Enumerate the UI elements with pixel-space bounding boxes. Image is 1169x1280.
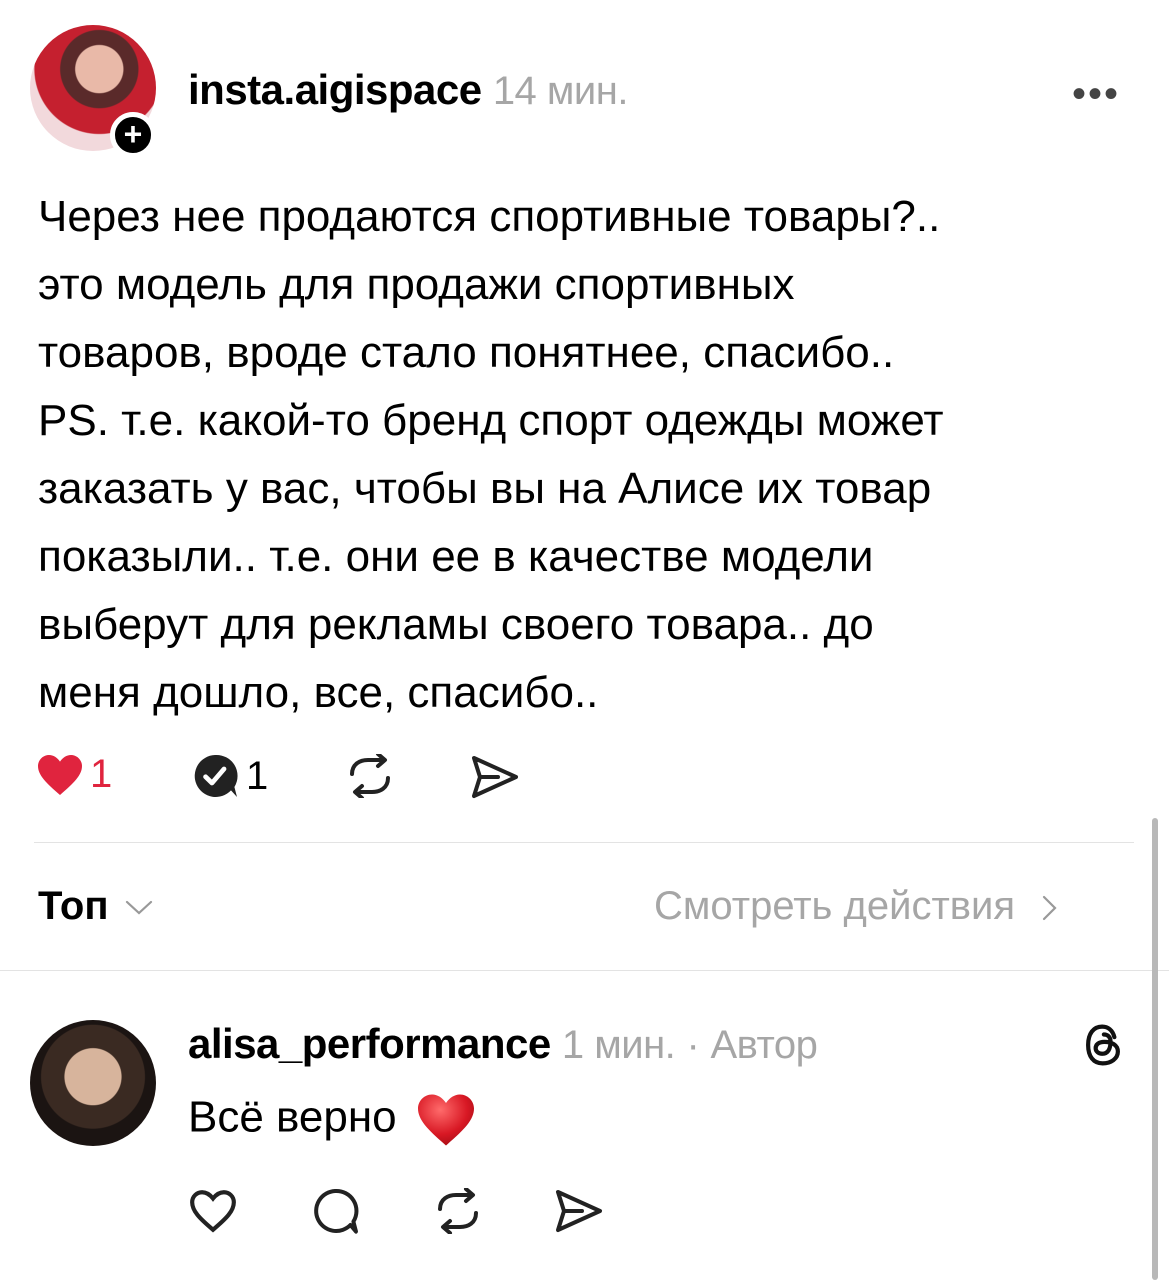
repost-action[interactable] xyxy=(344,754,396,798)
view-actions-link[interactable]: Смотреть действия xyxy=(654,884,1060,929)
post-line: заказать у вас, чтобы вы на Алисе их тов… xyxy=(38,464,932,513)
repost-icon[interactable] xyxy=(432,1188,484,1234)
post-line: Через нее продаются спортивные товары?.. xyxy=(38,192,941,241)
reply-author-avatar[interactable] xyxy=(30,1020,156,1146)
view-actions-label: Смотреть действия xyxy=(654,884,1016,928)
share-icon[interactable] xyxy=(470,754,520,800)
post-author-username[interactable]: insta.aigispace xyxy=(188,66,482,113)
post-line: товаров, вроде стало понятнее, спасибо.. xyxy=(38,328,895,377)
heart-emoji-icon xyxy=(417,1094,474,1146)
repost-icon[interactable] xyxy=(344,754,396,798)
post-line: выберут для рекламы своего товара.. до xyxy=(38,600,874,649)
like-action[interactable]: 1 xyxy=(36,752,112,797)
reply-body: Всё верно xyxy=(188,1092,479,1148)
heart-icon[interactable] xyxy=(188,1188,238,1234)
reply-count: 1 xyxy=(246,753,269,798)
divider xyxy=(34,842,1134,843)
heart-icon[interactable] xyxy=(36,753,84,797)
post-line: это модель для продажи спортивных xyxy=(38,260,795,309)
post-body: Через нее продаются спортивные товары?..… xyxy=(38,183,1138,727)
chevron-down-icon xyxy=(125,901,152,915)
meta-separator: · xyxy=(686,1023,700,1067)
author-tag: Автор xyxy=(710,1023,818,1067)
reply-author-header: alisa_performance 1 мин. · Автор xyxy=(188,1020,818,1068)
post-line: PS. т.е. какой-то бренд спорт одежды мож… xyxy=(38,396,944,445)
divider xyxy=(0,970,1169,971)
reply-time: 1 мин. xyxy=(561,1023,676,1067)
reply-author-username[interactable]: alisa_performance xyxy=(188,1020,551,1067)
threads-icon[interactable] xyxy=(1082,1022,1124,1068)
share-icon[interactable] xyxy=(554,1188,604,1234)
sort-label: Топ xyxy=(38,884,109,928)
follow-plus-button[interactable]: + xyxy=(110,112,156,158)
comment-icon[interactable] xyxy=(310,1186,360,1236)
chevron-right-icon xyxy=(1043,896,1057,921)
share-action[interactable] xyxy=(470,754,520,800)
more-options-button[interactable]: ••• xyxy=(1072,72,1120,117)
post-line: меня дошло, все, спасибо.. xyxy=(38,668,599,717)
reply-text: Всё верно xyxy=(188,1092,397,1142)
post-author-header: insta.aigispace 14 мин. xyxy=(188,66,628,114)
comment-icon[interactable] xyxy=(190,752,240,800)
like-count: 1 xyxy=(90,752,113,796)
post-line: показыли.. т.е. они ее в качестве модели xyxy=(38,532,874,581)
sort-dropdown[interactable]: Топ xyxy=(38,884,154,929)
scrollbar[interactable] xyxy=(1152,818,1158,1280)
post-time: 14 мин. xyxy=(492,69,629,113)
reply-action[interactable]: 1 xyxy=(190,752,268,800)
